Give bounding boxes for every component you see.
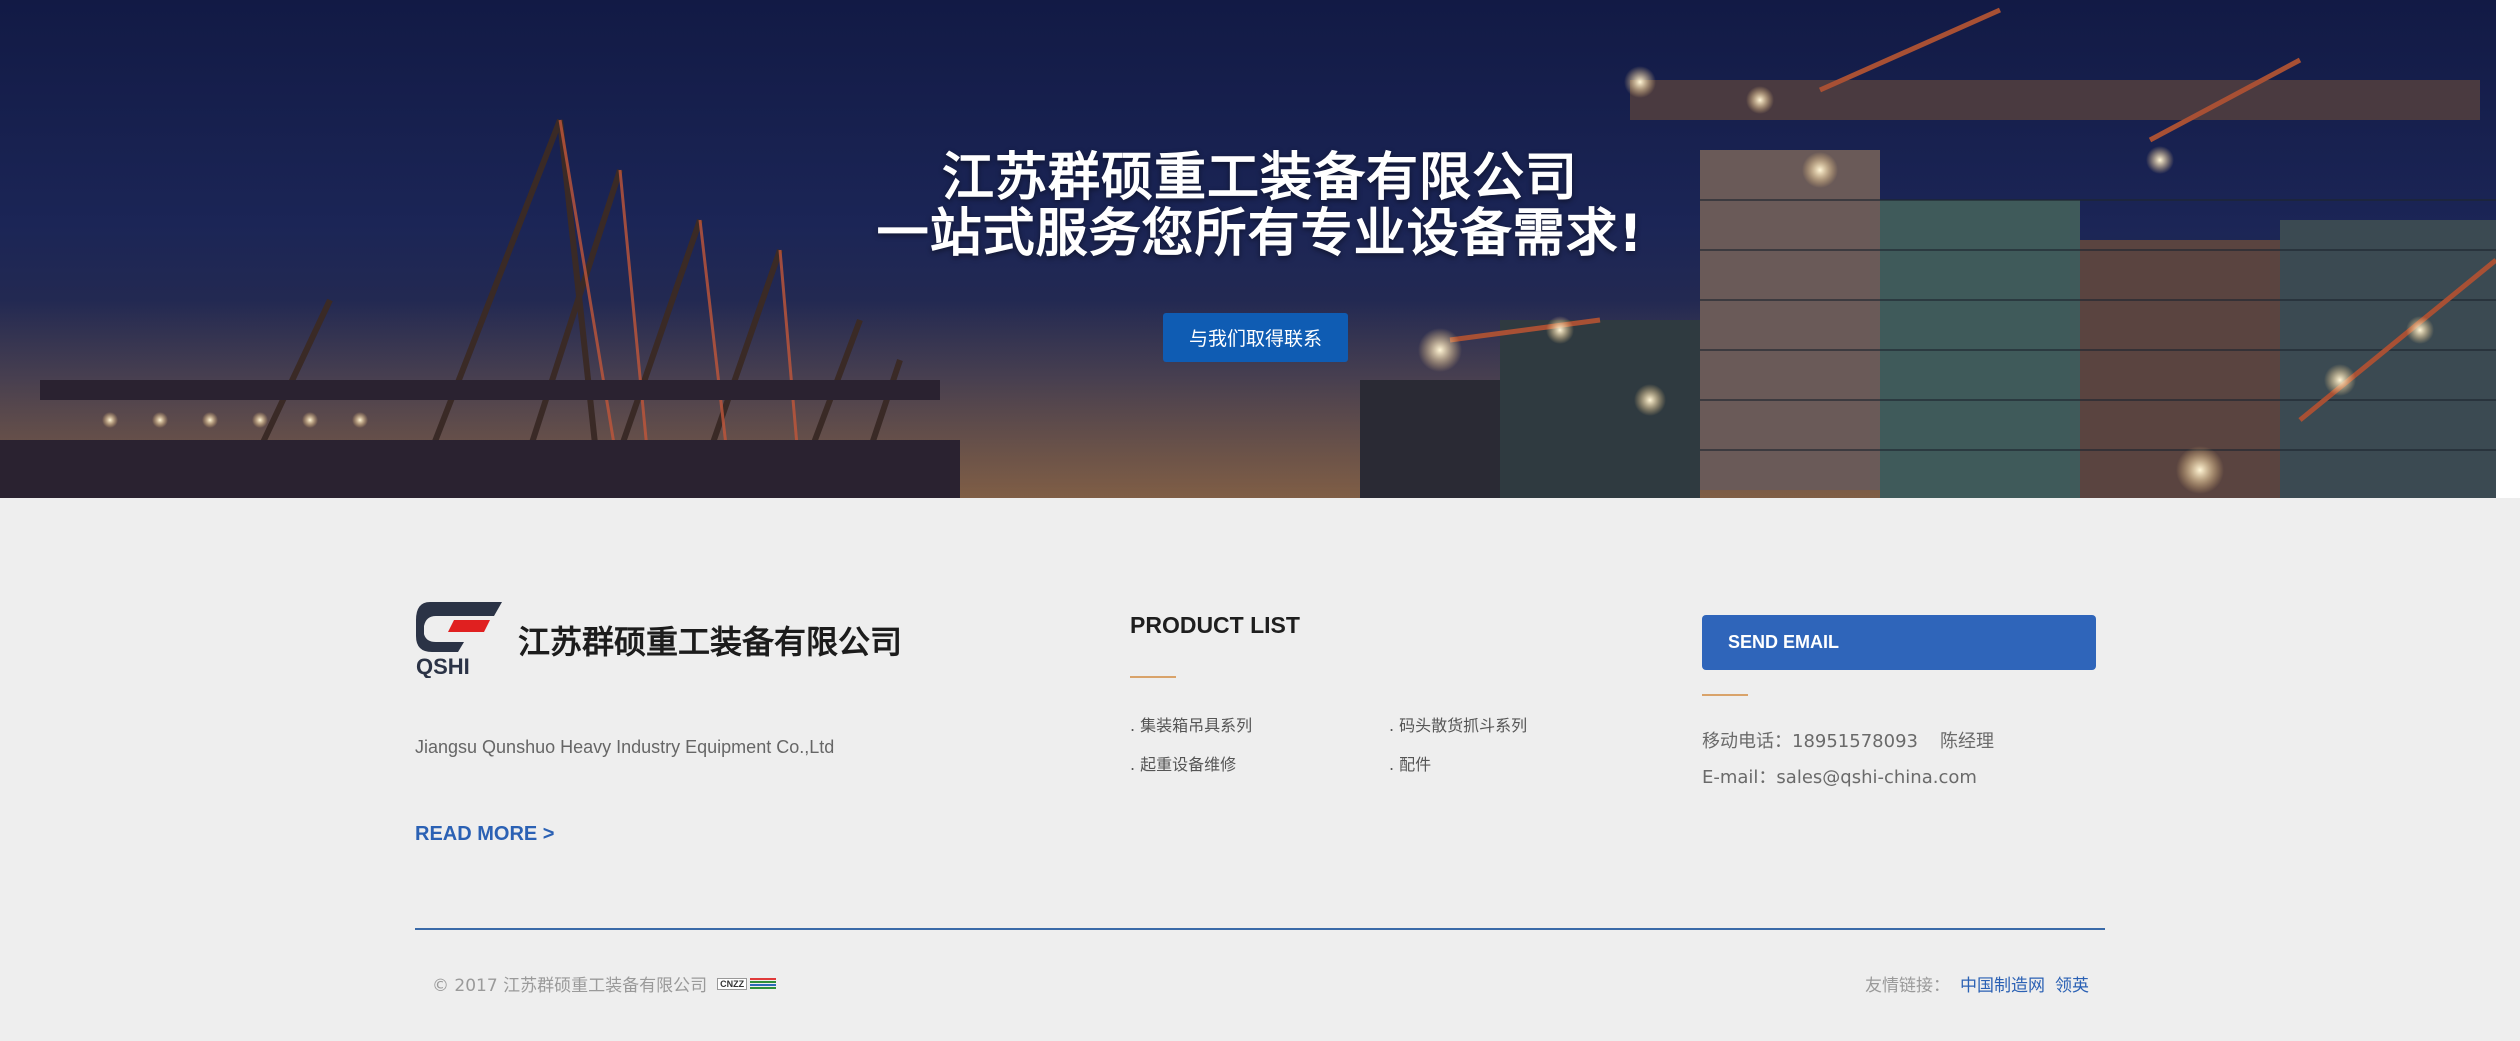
- friend-links-label: 友情链接：: [1865, 976, 1950, 996]
- product-item-repair[interactable]: . 起重设备维修: [1130, 751, 1236, 775]
- hero-title-line1: 江苏群硕重工装备有限公司: [0, 150, 2496, 206]
- hero-edge-strip: [2496, 0, 2520, 498]
- hero-title-line2: 一站式服务您所有专业设备需求!: [0, 206, 2496, 262]
- copyright-text: © 2017 江苏群硕重工装备有限公司: [432, 971, 707, 996]
- product-item-parts[interactable]: . 配件: [1389, 751, 1431, 775]
- product-list-accent-line: [1130, 676, 1176, 678]
- contact-phone: 移动电话：18951578093 陈经理: [1702, 727, 1994, 753]
- cnzz-badge-text: CNZZ: [717, 978, 747, 990]
- friend-links: 友情链接： 中国制造网领英: [1865, 971, 2089, 996]
- copyright: © 2017 江苏群硕重工装备有限公司 CNZZ: [432, 971, 776, 996]
- friend-link-made-in-china[interactable]: 中国制造网: [1960, 976, 2045, 996]
- contact-email: E-mail：sales@qshi-china.com: [1702, 763, 1977, 789]
- friend-link-linkedin[interactable]: 领英: [2055, 976, 2089, 996]
- cnzz-badge[interactable]: CNZZ: [717, 978, 776, 990]
- send-email-button[interactable]: SEND EMAIL: [1702, 615, 2096, 670]
- company-name-cn: 江苏群硕重工装备有限公司: [518, 617, 902, 663]
- product-item-spreader[interactable]: . 集装箱吊具系列: [1130, 712, 1252, 736]
- contact-us-button[interactable]: 与我们取得联系: [1163, 313, 1348, 362]
- company-name-en: Jiangsu Qunshuo Heavy Industry Equipment…: [415, 737, 834, 758]
- qshi-logo-icon: QSHI: [414, 600, 504, 678]
- footer-divider: [415, 928, 2105, 930]
- product-item-grab[interactable]: . 码头散货抓斗系列: [1389, 712, 1527, 736]
- read-more-link[interactable]: READ MORE >: [415, 823, 554, 846]
- contact-accent-line: [1702, 694, 1748, 696]
- contact-phone-number: 移动电话：18951578093: [1702, 731, 1918, 752]
- logo-text: QSHI: [416, 654, 470, 678]
- product-list-title: PRODUCT LIST: [1130, 612, 1300, 639]
- hero-banner: 江苏群硕重工装备有限公司 一站式服务您所有专业设备需求! 与我们取得联系: [0, 0, 2496, 498]
- contact-person: 陈经理: [1940, 731, 1994, 752]
- cnzz-stripes-icon: [750, 978, 776, 990]
